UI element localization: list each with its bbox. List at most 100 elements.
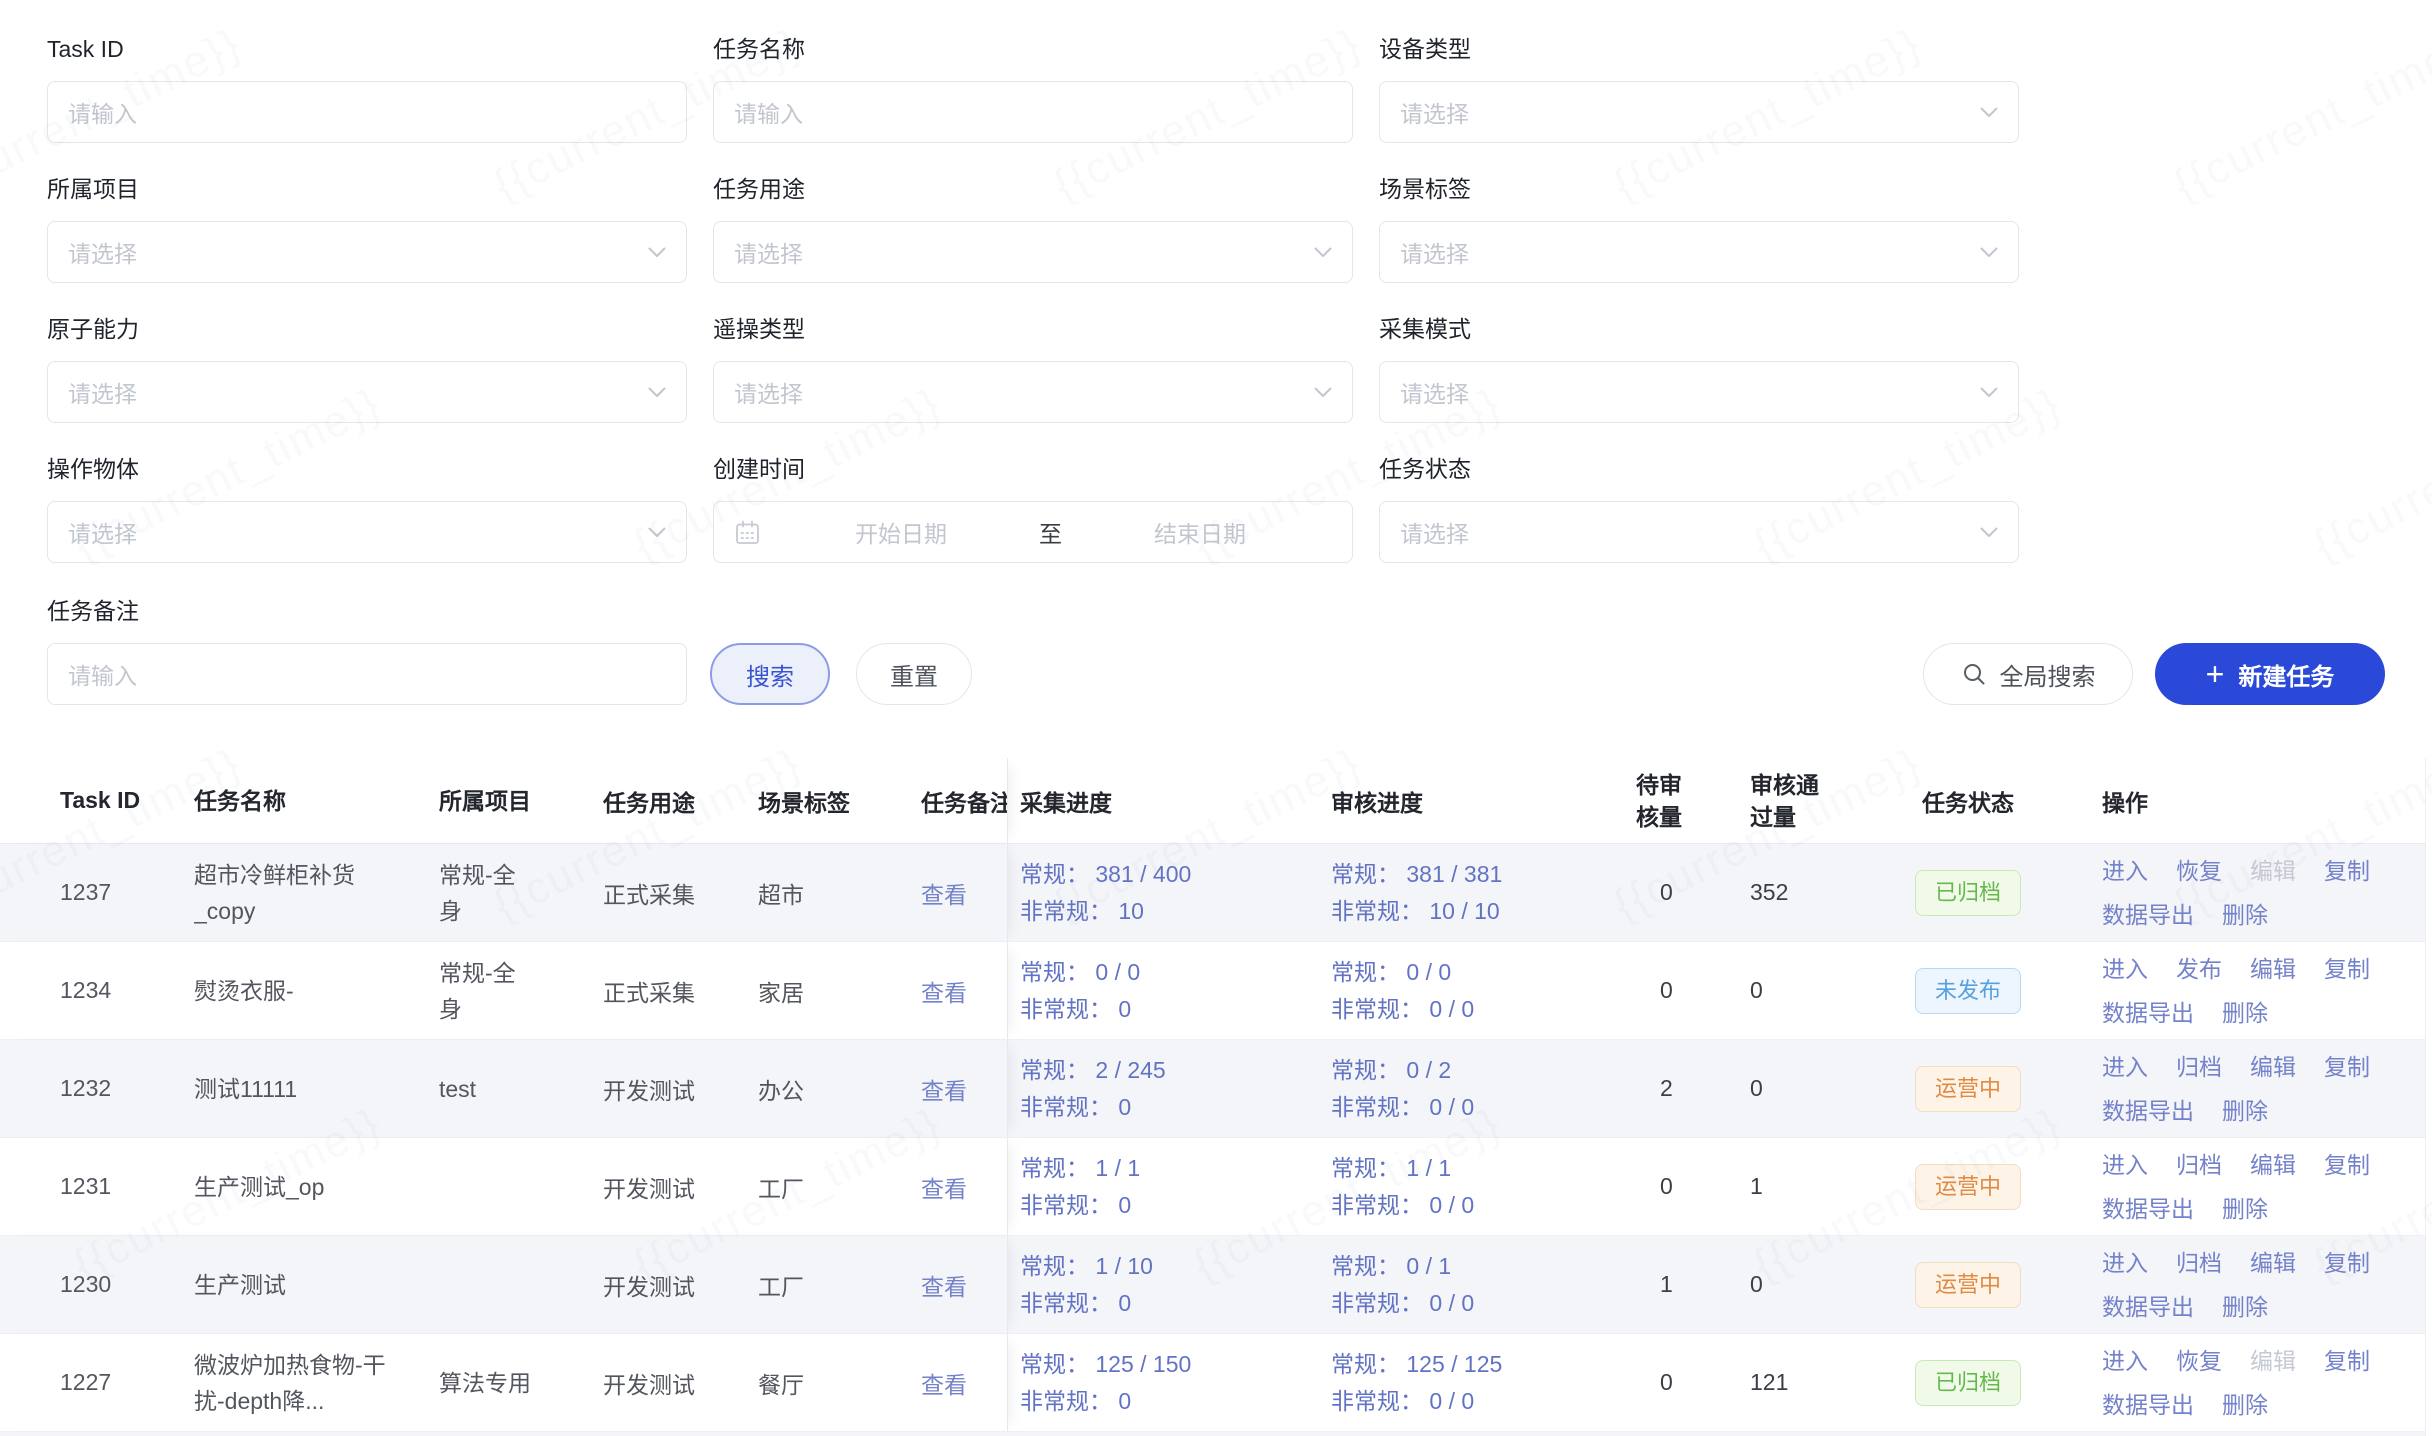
- task_status-select[interactable]: 请选择: [1379, 501, 2019, 563]
- view-remark-link[interactable]: 查看: [921, 876, 967, 910]
- global-search-button[interactable]: 全局搜索: [1923, 643, 2133, 705]
- reset-button[interactable]: 重置: [856, 643, 972, 705]
- action-edit[interactable]: 编辑: [2250, 1049, 2296, 1085]
- action-copy[interactable]: 复制: [2324, 853, 2370, 889]
- action-enter[interactable]: 进入: [2102, 951, 2148, 987]
- action-restore[interactable]: 恢复: [2176, 853, 2222, 889]
- action-export[interactable]: 数据导出: [2102, 1289, 2194, 1325]
- field-label: 遥操类型: [713, 316, 1353, 343]
- action-export[interactable]: 数据导出: [2102, 1093, 2194, 1129]
- cell-purpose: 开发测试: [603, 1138, 758, 1235]
- task_name-input[interactable]: 请输入: [713, 81, 1353, 143]
- filter-field-collect_mode: 采集模式 请选择: [1379, 316, 2019, 423]
- action-export[interactable]: 数据导出: [2102, 1387, 2194, 1423]
- cell-scene-tag: 工厂: [758, 1138, 921, 1235]
- action-delete[interactable]: 删除: [2222, 1191, 2268, 1227]
- action-export[interactable]: 数据导出: [2102, 897, 2194, 933]
- cell-scene-tag: 家居: [758, 942, 921, 1039]
- table-body: 1237 超市冷鲜柜补货_copy 常规-全身 正式采集 超市 查看 常规： 3…: [0, 844, 2425, 1436]
- table-row: 1234 熨烫衣服- 常规-全身 正式采集 家居 查看 常规： 0 / 0 非常…: [0, 942, 2425, 1040]
- action-export[interactable]: 数据导出: [2102, 995, 2194, 1031]
- table-row-partial: [0, 1432, 2425, 1436]
- purpose-select[interactable]: 请选择: [713, 221, 1353, 283]
- view-remark-link[interactable]: 查看: [921, 974, 967, 1008]
- action-edit[interactable]: 编辑: [2250, 1245, 2296, 1281]
- task_id-input[interactable]: 请输入: [47, 81, 687, 143]
- cell-task-id: 1227: [0, 1334, 194, 1431]
- task_remark-input[interactable]: 请输入: [47, 643, 687, 705]
- view-remark-link[interactable]: 查看: [921, 1268, 967, 1302]
- filter-field-teleop_type: 遥操类型 请选择: [713, 316, 1353, 423]
- action-copy[interactable]: 复制: [2324, 1147, 2370, 1183]
- cell-purpose: 正式采集: [603, 942, 758, 1039]
- action-delete[interactable]: 删除: [2222, 897, 2268, 933]
- cell-pending-count: 0: [1636, 1138, 1750, 1235]
- action-export[interactable]: 数据导出: [2102, 1191, 2194, 1227]
- filter-field-task_id: Task ID 请输入: [47, 36, 687, 143]
- action-copy[interactable]: 复制: [2324, 951, 2370, 987]
- action-restore[interactable]: 恢复: [2176, 1343, 2222, 1379]
- placeholder-text: 请选择: [1400, 515, 1980, 549]
- action-enter[interactable]: 进入: [2102, 1245, 2148, 1281]
- cell-actions: 进入归档编辑复制数据导出删除: [2086, 1138, 2425, 1235]
- view-remark-link[interactable]: 查看: [921, 1072, 967, 1106]
- cell-scene-tag: 餐厅: [758, 1334, 921, 1431]
- status-badge: 运营中: [1915, 1262, 2021, 1308]
- action-publish[interactable]: 发布: [2176, 951, 2222, 987]
- cell-passed-count: 0: [1750, 942, 1850, 1039]
- col-header-actions: 操作: [2086, 758, 2425, 843]
- action-copy[interactable]: 复制: [2324, 1343, 2370, 1379]
- chevron-down-icon: [648, 387, 666, 398]
- cell-scene-tag: 超市: [758, 844, 921, 941]
- create-task-button[interactable]: + 新建任务: [2155, 643, 2385, 705]
- action-delete[interactable]: 删除: [2222, 1387, 2268, 1423]
- project-select[interactable]: 请选择: [47, 221, 687, 283]
- cell-project: [439, 1236, 603, 1333]
- start-date-placeholder[interactable]: 开始日期: [769, 515, 1033, 549]
- action-edit[interactable]: 编辑: [2250, 951, 2296, 987]
- calendar-icon: [734, 519, 761, 546]
- cell-actions: 进入发布编辑复制数据导出删除: [2086, 942, 2425, 1039]
- placeholder-text: 请选择: [1400, 235, 1980, 269]
- teleop_type-select[interactable]: 请选择: [713, 361, 1353, 423]
- action-delete[interactable]: 删除: [2222, 1289, 2268, 1325]
- cell-passed-count: 0: [1750, 1040, 1850, 1137]
- scene_tag-select[interactable]: 请选择: [1379, 221, 2019, 283]
- search-button[interactable]: 搜索: [710, 643, 830, 705]
- field-label: Task ID: [47, 36, 687, 63]
- field-label: 所属项目: [47, 176, 687, 203]
- action-edit[interactable]: 编辑: [2250, 1147, 2296, 1183]
- action-enter[interactable]: 进入: [2102, 1147, 2148, 1183]
- field-label: 场景标签: [1379, 176, 2019, 203]
- action-delete[interactable]: 删除: [2222, 1093, 2268, 1129]
- action-copy[interactable]: 复制: [2324, 1245, 2370, 1281]
- table-row: 1230 生产测试 开发测试 工厂 查看 常规： 1 / 10 非常规： 0 常…: [0, 1236, 2425, 1334]
- placeholder-text: 请选择: [1400, 95, 1980, 129]
- atomic-select[interactable]: 请选择: [47, 361, 687, 423]
- cell-remark: 查看: [921, 1334, 1008, 1431]
- filter-field-task_remark: 任务备注 请输入: [47, 598, 687, 705]
- action-copy[interactable]: 复制: [2324, 1049, 2370, 1085]
- end-date-placeholder[interactable]: 结束日期: [1068, 515, 1332, 549]
- action-enter[interactable]: 进入: [2102, 1343, 2148, 1379]
- action-archive[interactable]: 归档: [2176, 1049, 2222, 1085]
- cell-status: 已归档: [1850, 844, 2086, 941]
- placeholder-text: 请选择: [1400, 375, 1980, 409]
- cell-collect-progress: 常规： 1 / 10 非常规： 0: [1008, 1236, 1331, 1333]
- collect_mode-select[interactable]: 请选择: [1379, 361, 2019, 423]
- placeholder-text: 请选择: [68, 375, 648, 409]
- view-remark-link[interactable]: 查看: [921, 1366, 967, 1400]
- action-delete[interactable]: 删除: [2222, 995, 2268, 1031]
- object-select[interactable]: 请选择: [47, 501, 687, 563]
- cell-status: 运营中: [1850, 1138, 2086, 1235]
- action-enter[interactable]: 进入: [2102, 853, 2148, 889]
- cell-actions: 进入归档编辑复制数据导出删除: [2086, 1236, 2425, 1333]
- action-archive[interactable]: 归档: [2176, 1245, 2222, 1281]
- view-remark-link[interactable]: 查看: [921, 1170, 967, 1204]
- filter-actions-row: 任务备注 请输入 搜索 重置 全局搜索 + 新建任务: [47, 598, 2385, 705]
- device_type-select[interactable]: 请选择: [1379, 81, 2019, 143]
- action-enter[interactable]: 进入: [2102, 1049, 2148, 1085]
- date-range-input[interactable]: 开始日期 至 结束日期: [713, 501, 1353, 563]
- action-archive[interactable]: 归档: [2176, 1147, 2222, 1183]
- cell-collect-progress: 常规： 381 / 400 非常规： 10: [1008, 844, 1331, 941]
